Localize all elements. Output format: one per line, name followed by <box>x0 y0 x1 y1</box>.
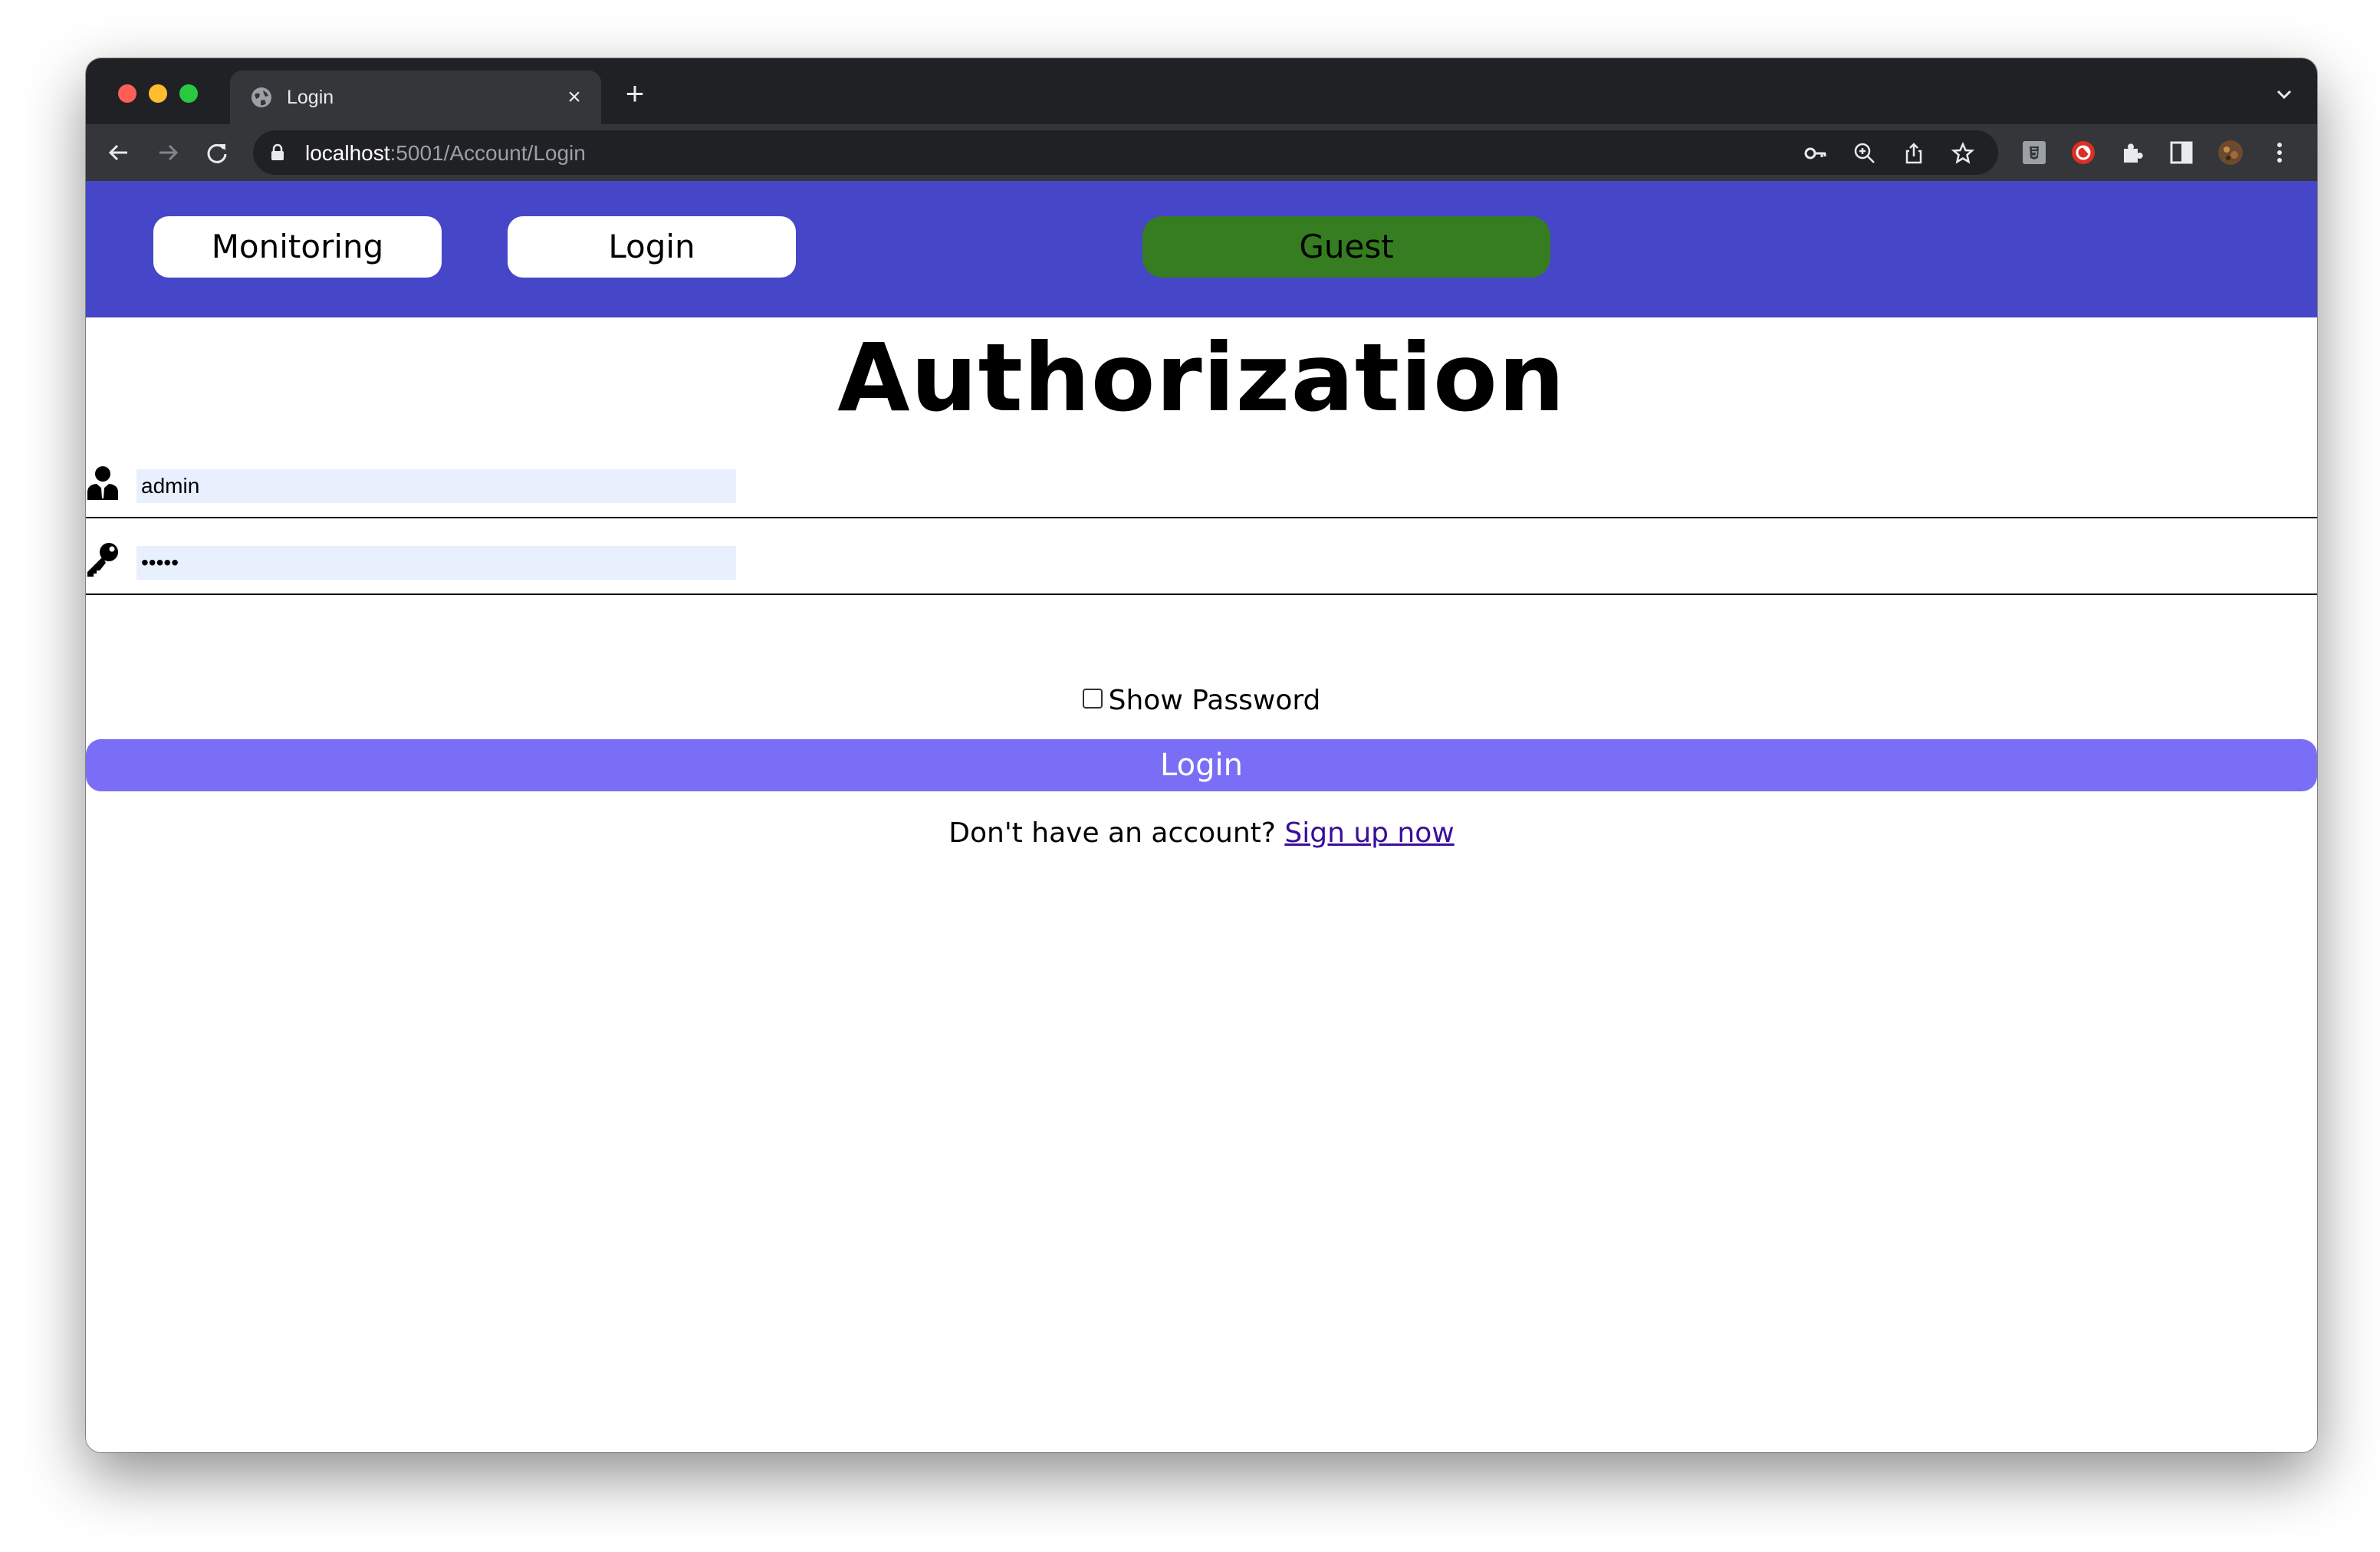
new-tab-icon[interactable]: + <box>620 77 650 110</box>
forward-arrow-icon[interactable] <box>153 138 182 167</box>
address-bar[interactable]: localhost:5001/Account/Login <box>253 130 1998 175</box>
close-tab-icon[interactable]: × <box>561 84 587 110</box>
profile-avatar-icon[interactable] <box>2217 140 2244 166</box>
username-input[interactable] <box>136 469 736 503</box>
nav-login-button[interactable]: Login <box>508 216 796 278</box>
share-icon[interactable] <box>1902 141 1926 166</box>
browser-toolbar: localhost:5001/Account/Login <box>86 124 2317 181</box>
nav-monitoring-button[interactable]: Monitoring <box>153 216 442 278</box>
record-extension-icon[interactable] <box>2070 140 2096 166</box>
close-window-button[interactable] <box>118 84 136 103</box>
reload-icon[interactable] <box>202 138 232 167</box>
site-navbar: Monitoring Login Guest <box>86 181 2317 317</box>
signup-prompt-row: Don't have an account? Sign up now <box>86 817 2317 849</box>
maximize-window-button[interactable] <box>179 84 198 103</box>
minimize-window-button[interactable] <box>149 84 167 103</box>
key-icon <box>87 543 118 577</box>
password-input[interactable] <box>136 546 736 580</box>
bookmark-star-icon[interactable] <box>1951 141 1975 166</box>
show-password-label: Show Password <box>1108 685 1321 716</box>
zoom-icon[interactable] <box>1852 141 1877 166</box>
signup-prompt-text: Don't have an account? <box>948 817 1276 849</box>
web-page: Monitoring Login Guest Authorization Sho… <box>86 181 2317 1452</box>
key-icon[interactable] <box>1803 141 1828 166</box>
browser-tab[interactable]: Login × <box>230 71 601 124</box>
tab-bar: Login × + <box>86 58 2317 124</box>
url-host: localhost <box>305 141 390 165</box>
username-row <box>86 442 2317 518</box>
url-text: localhost:5001/Account/Login <box>305 141 586 166</box>
user-icon <box>87 466 118 500</box>
show-password-row: Show Password <box>86 685 2317 716</box>
globe-icon <box>251 87 271 107</box>
login-submit-button[interactable]: Login <box>86 739 2317 791</box>
browser-window: Login × + localhost:5001/Account/Login M… <box>86 58 2317 1452</box>
html5-extension-icon[interactable] <box>2021 140 2047 166</box>
page-title: Authorization <box>837 324 1566 432</box>
puzzle-extensions-icon[interactable] <box>2119 140 2145 166</box>
more-options-icon[interactable] <box>2267 140 2293 166</box>
show-password-checkbox[interactable] <box>1082 689 1103 709</box>
user-status-badge: Guest <box>1142 216 1550 278</box>
back-arrow-icon[interactable] <box>104 138 133 167</box>
side-panel-icon[interactable] <box>2168 140 2194 166</box>
password-row <box>86 518 2317 595</box>
tab-title: Login <box>287 87 334 108</box>
lock-icon <box>271 143 284 160</box>
url-path: :5001/Account/Login <box>390 141 586 165</box>
chevron-down-icon[interactable] <box>2271 81 2297 107</box>
signup-link[interactable]: Sign up now <box>1284 817 1454 849</box>
